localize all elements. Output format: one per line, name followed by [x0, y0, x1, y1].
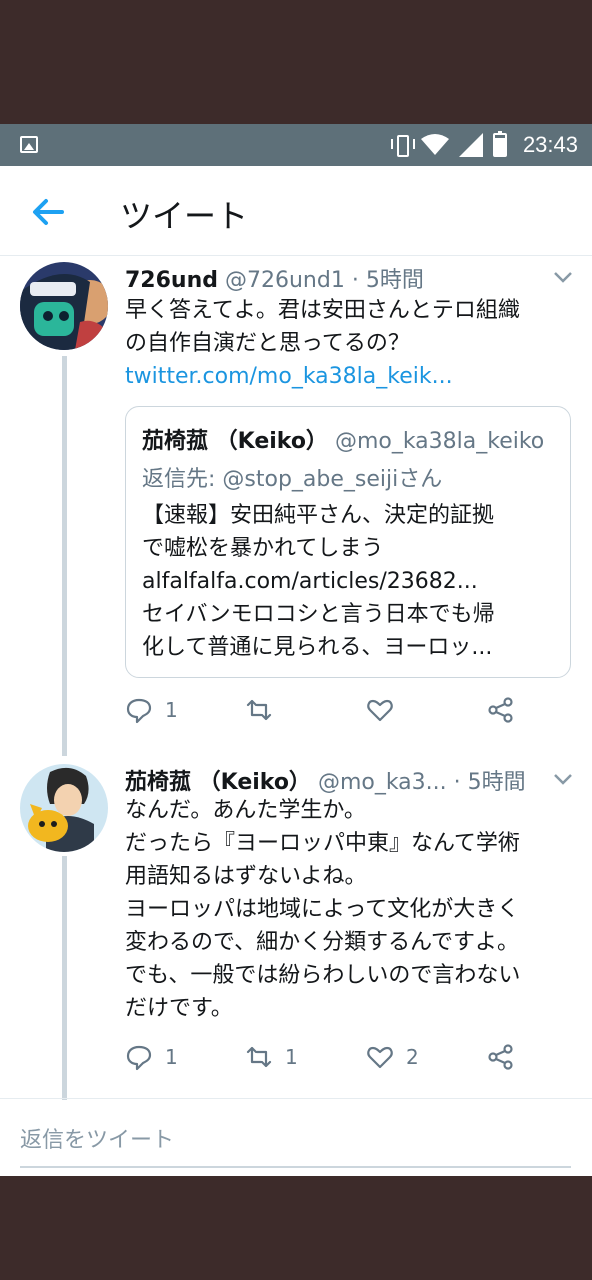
tweet-header: 茄椅菰 （Keiko） @mo_ka3... · 5時間 [125, 764, 526, 796]
share-icon [488, 697, 513, 723]
avatar-image [20, 262, 108, 350]
status-icons: 23:43 [390, 131, 578, 158]
chevron-down-icon[interactable] [552, 768, 574, 790]
reply-placeholder: 返信をツイート [20, 1128, 175, 1153]
retweet-icon [246, 1046, 272, 1068]
reply-button[interactable]: 1 [125, 1043, 178, 1071]
vibrate-icon [390, 133, 415, 157]
share-icon [488, 1044, 513, 1070]
tweet-author-name[interactable]: 茄椅菰 （Keiko） [125, 770, 311, 795]
avatar[interactable] [20, 764, 108, 852]
tweet-detail-screen: ツイート 726und @726und1 · 5時間 早く答えてよ。君は安田さん [0, 166, 592, 1176]
tweet-author-name[interactable]: 726und [125, 268, 218, 293]
heart-icon [367, 1046, 393, 1069]
share-button[interactable] [487, 1043, 515, 1071]
tweet-text-line: 変わるので、細かく分類するんですよ。 [125, 930, 520, 955]
retweet-button[interactable] [245, 696, 285, 724]
retweet-button[interactable]: 1 [245, 1043, 298, 1071]
tweet-text-line: 用語知るはずないよね。 [125, 864, 367, 889]
avatar[interactable] [20, 262, 108, 350]
retweet-icon [246, 699, 272, 721]
reply-count: 1 [165, 1045, 178, 1069]
quoted-text-line: 【速報】安田純平さん、決定的証拠 [142, 503, 495, 528]
header: ツイート [0, 166, 592, 256]
heart-icon [367, 699, 393, 722]
quoted-author-name: 茄椅菰 （Keiko） [142, 429, 328, 454]
tweet-text-line: の自作自演だと思ってるの？ [125, 331, 410, 356]
quoted-text-line: 化して普通に見られる、ヨーロッ... [142, 635, 493, 660]
wifi-icon [420, 134, 449, 155]
reply-icon [126, 1045, 152, 1071]
tweet-author-handle[interactable]: @mo_ka3... [318, 770, 447, 795]
quoted-text-line: で嘘松を暴かれてしまう [142, 536, 384, 561]
quoted-tweet-text: 【速報】安田純平さん、決定的証拠 で嘘松を暴かれてしまう alfalfalfa.… [142, 499, 562, 664]
tweet-text-line: 早く答えてよ。君は安田さんとテロ組織 [125, 298, 520, 323]
like-count: 2 [406, 1045, 419, 1069]
back-button[interactable] [30, 194, 70, 230]
tweet-text-line: でも、一般では紛らわしいので言わない [125, 963, 521, 988]
reply-count: 1 [165, 698, 178, 722]
avatar-image [20, 764, 108, 852]
tweet-time: · 5時間 [453, 770, 526, 795]
tweet-text-line: ヨーロッパは地域によって文化が大きく [125, 897, 520, 922]
tweet-link[interactable]: twitter.com/mo_ka38la_keik... [125, 360, 575, 393]
thread-line [62, 856, 67, 1100]
tweet-text-line: だったら『ヨーロッパ中東』なんて学術 [125, 831, 520, 856]
image-icon [20, 136, 38, 153]
like-button[interactable] [366, 696, 406, 724]
reply-input[interactable]: 返信をツイート [20, 1122, 571, 1168]
tweet-author-handle[interactable]: @726und1 [225, 268, 345, 293]
quoted-author-handle: @mo_ka38la_keiko [334, 429, 545, 454]
page-title: ツイート [120, 197, 249, 235]
tweet-time: · 5時間 [351, 268, 424, 293]
arrow-left-icon [33, 199, 64, 225]
reply-button[interactable]: 1 [125, 696, 178, 724]
quoted-tweet[interactable]: 茄椅菰 （Keiko） @mo_ka38la_keiko 返信先: @stop_… [125, 406, 571, 678]
tweet-header: 726und @726und1 · 5時間 [125, 262, 424, 294]
share-button[interactable] [487, 696, 515, 724]
status-bar: 23:43 [0, 124, 592, 166]
reply-icon [126, 698, 152, 724]
like-button[interactable]: 2 [366, 1043, 419, 1071]
tweet-text-line: だけです。 [125, 996, 233, 1021]
battery-icon [492, 131, 507, 157]
quoted-text-line: セイバンモロコシと言う日本でも帰 [142, 602, 495, 627]
quoted-tweet-header: 茄椅菰 （Keiko） @mo_ka38la_keiko [142, 423, 544, 455]
tweet-text: なんだ。あんた学生か。 だったら『ヨーロッパ中東』なんて学術 用語知るはずないよ… [125, 794, 575, 1025]
quoted-text-line: alfalfalfa.com/articles/23682... [142, 569, 478, 594]
chevron-down-icon[interactable] [552, 266, 574, 288]
clock: 23:43 [522, 132, 578, 157]
reply-to-label: 返信先: @stop_abe_seijiさん [142, 467, 443, 492]
divider [0, 1098, 592, 1099]
retweet-count: 1 [285, 1045, 298, 1069]
tweet-text-line: なんだ。あんた学生か。 [125, 798, 366, 823]
thread-line [62, 356, 67, 756]
signal-icon [458, 133, 483, 157]
tweet-text: 早く答えてよ。君は安田さんとテロ組織 の自作自演だと思ってるの？ twitter… [125, 294, 575, 393]
